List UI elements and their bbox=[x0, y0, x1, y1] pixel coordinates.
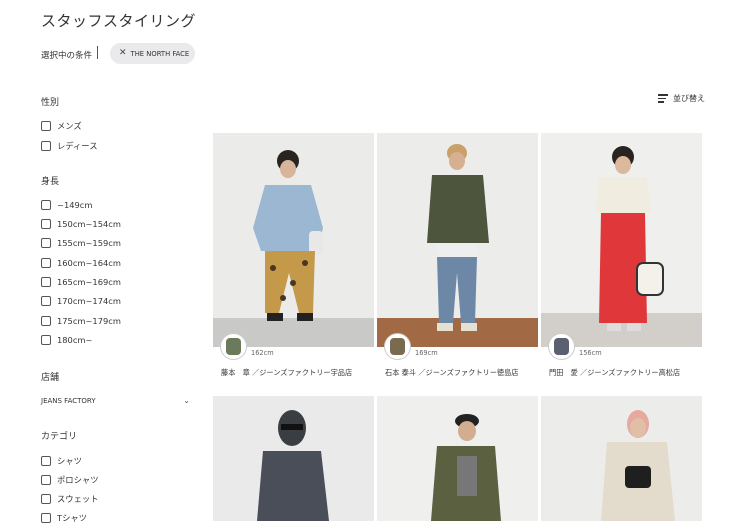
styling-photo[interactable] bbox=[541, 396, 702, 521]
store-select[interactable]: JEANS FACTORY ⌄ bbox=[41, 396, 190, 405]
styling-photo[interactable] bbox=[377, 133, 538, 347]
styling-photo-image bbox=[541, 396, 702, 521]
checkbox-label: 155cm~159cm bbox=[57, 238, 121, 248]
avatar[interactable] bbox=[220, 333, 247, 360]
staff-height: 169cm bbox=[415, 349, 438, 357]
checkbox-label: 165cm~169cm bbox=[57, 277, 121, 287]
styling-photo[interactable] bbox=[541, 133, 702, 347]
checkbox-row-mens[interactable]: メンズ bbox=[41, 120, 82, 132]
checkbox[interactable] bbox=[41, 258, 51, 268]
checkbox-label: 175cm~179cm bbox=[57, 316, 121, 326]
styling-photo-image bbox=[213, 396, 374, 521]
page-title: スタッフスタイリング bbox=[41, 12, 197, 30]
checkbox-label: 150cm~154cm bbox=[57, 219, 121, 229]
checkbox[interactable] bbox=[41, 456, 51, 466]
staff-height: 156cm bbox=[579, 349, 602, 357]
checkbox-row-height-4[interactable]: 165cm~169cm bbox=[41, 277, 121, 287]
checkbox-row-height-6[interactable]: 175cm~179cm bbox=[41, 316, 121, 326]
close-icon[interactable]: ✕ bbox=[119, 49, 127, 58]
checkbox[interactable] bbox=[41, 141, 51, 151]
checkbox[interactable] bbox=[41, 513, 51, 523]
checkbox-row-category-1[interactable]: ポロシャツ bbox=[41, 474, 99, 486]
selected-conditions-label: 選択中の条件 bbox=[41, 51, 93, 61]
staff-height: 162cm bbox=[251, 349, 274, 357]
styling-photo-image bbox=[213, 133, 374, 347]
filter-chip-the-north-face[interactable]: ✕ THE NORTH FACE bbox=[110, 43, 195, 64]
checkbox-row-height-5[interactable]: 170cm~174cm bbox=[41, 296, 121, 306]
checkbox-label: ポロシャツ bbox=[57, 475, 99, 485]
checkbox-row-height-2[interactable]: 155cm~159cm bbox=[41, 238, 121, 248]
store-heading: 店舗 bbox=[41, 373, 60, 383]
checkbox-row-category-0[interactable]: シャツ bbox=[41, 455, 82, 467]
checkbox[interactable] bbox=[41, 475, 51, 485]
checkbox[interactable] bbox=[41, 335, 51, 345]
checkbox[interactable] bbox=[41, 121, 51, 131]
checkbox-label: 180cm~ bbox=[57, 335, 93, 345]
sort-button[interactable]: 並び替え bbox=[658, 93, 705, 104]
staff-name-store[interactable]: 石本 泰斗 ／ジーンズファクトリー徳島店 bbox=[385, 368, 518, 378]
checkbox-row-height-1[interactable]: 150cm~154cm bbox=[41, 219, 121, 229]
checkbox-label: メンズ bbox=[57, 121, 82, 131]
staff-name-store[interactable]: 門田 愛 ／ジーンズファクトリー高松店 bbox=[549, 368, 680, 378]
styling-photo[interactable] bbox=[377, 396, 538, 521]
conditions-divider bbox=[97, 46, 98, 59]
styling-photo[interactable] bbox=[213, 133, 374, 347]
sort-label: 並び替え bbox=[673, 94, 705, 103]
store-select-value: JEANS FACTORY bbox=[41, 396, 96, 405]
gender-heading: 性別 bbox=[41, 98, 60, 108]
checkbox-row-height-0[interactable]: ~149cm bbox=[41, 200, 92, 210]
checkbox-label: 160cm~164cm bbox=[57, 258, 121, 268]
checkbox-label: 170cm~174cm bbox=[57, 296, 121, 306]
avatar[interactable] bbox=[548, 333, 575, 360]
checkbox-label: シャツ bbox=[57, 456, 82, 466]
chevron-down-icon: ⌄ bbox=[183, 396, 190, 405]
checkbox[interactable] bbox=[41, 296, 51, 306]
checkbox-label: スウェット bbox=[57, 494, 99, 504]
category-heading: カテゴリ bbox=[41, 432, 78, 442]
checkbox[interactable] bbox=[41, 316, 51, 326]
staff-name-store[interactable]: 藤本 章 ／ジーンズファクトリー宇品店 bbox=[221, 368, 352, 378]
checkbox[interactable] bbox=[41, 277, 51, 287]
checkbox-row-category-3[interactable]: Tシャツ bbox=[41, 512, 87, 524]
checkbox-row-height-7[interactable]: 180cm~ bbox=[41, 335, 92, 345]
checkbox-label: レディース bbox=[57, 141, 98, 151]
height-heading: 身長 bbox=[41, 177, 60, 187]
styling-photo-image bbox=[377, 396, 538, 521]
filter-chip-label: THE NORTH FACE bbox=[130, 49, 190, 58]
checkbox[interactable] bbox=[41, 238, 51, 248]
styling-photo[interactable] bbox=[213, 396, 374, 521]
avatar[interactable] bbox=[384, 333, 411, 360]
styling-photo-image bbox=[377, 133, 538, 347]
sort-icon bbox=[658, 94, 668, 103]
checkbox[interactable] bbox=[41, 219, 51, 229]
checkbox-row-ladies[interactable]: レディース bbox=[41, 140, 98, 152]
checkbox-label: Tシャツ bbox=[57, 513, 87, 523]
styling-photo-image bbox=[541, 133, 702, 347]
checkbox[interactable] bbox=[41, 494, 51, 504]
checkbox-row-height-3[interactable]: 160cm~164cm bbox=[41, 258, 121, 268]
checkbox[interactable] bbox=[41, 200, 51, 210]
checkbox-row-category-2[interactable]: スウェット bbox=[41, 493, 99, 505]
checkbox-label: ~149cm bbox=[57, 200, 93, 210]
